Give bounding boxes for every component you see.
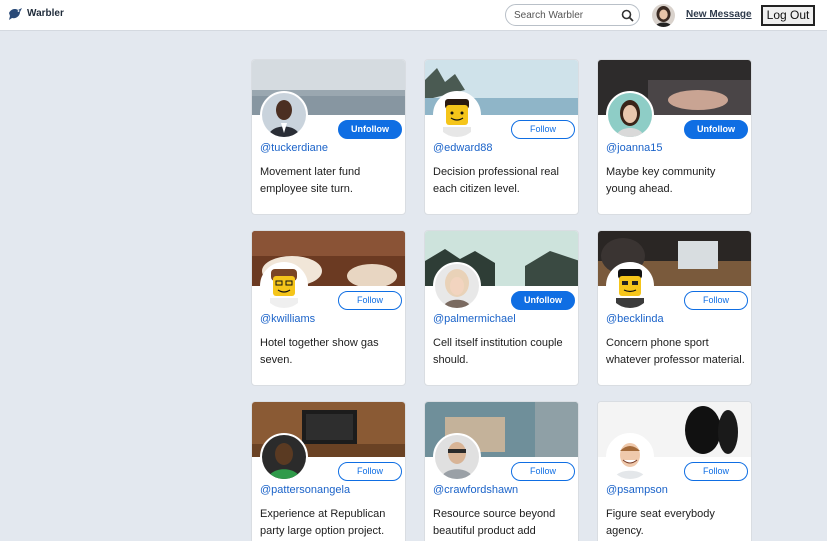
user-handle-link[interactable]: @edward88	[433, 142, 492, 154]
user-avatar[interactable]	[433, 91, 481, 139]
brand-label: Warbler	[27, 8, 64, 19]
user-card: Follow @kwilliams Hotel together show ga…	[251, 230, 406, 386]
user-bio: Figure seat everybody agency.	[606, 508, 715, 537]
user-handle-link[interactable]: @tuckerdiane	[260, 142, 328, 154]
user-handle-link[interactable]: @crawfordshawn	[433, 484, 518, 496]
unfollow-button[interactable]: Unfollow	[684, 120, 748, 139]
user-bio: Experience at Republican party large opt…	[260, 508, 386, 537]
unfollow-button[interactable]: Unfollow	[511, 291, 575, 310]
user-avatar[interactable]	[606, 262, 654, 310]
brand-link[interactable]: Warbler	[8, 7, 64, 20]
user-bio: Decision professional real each citizen …	[433, 166, 559, 195]
follow-button[interactable]: Follow	[338, 462, 402, 481]
follow-button[interactable]: Follow	[511, 462, 575, 481]
user-bio: Cell itself institution couple should.	[433, 337, 563, 366]
user-card: Unfollow @joanna15 Maybe key community y…	[597, 59, 752, 215]
user-handle-link[interactable]: @kwilliams	[260, 313, 315, 325]
user-avatar[interactable]	[606, 433, 654, 481]
user-card: Follow @becklinda Concern phone sport wh…	[597, 230, 752, 386]
user-handle-link[interactable]: @psampson	[606, 484, 668, 496]
user-card: Unfollow @palmermichael Cell itself inst…	[424, 230, 579, 386]
search-box[interactable]	[505, 4, 640, 26]
user-avatar[interactable]	[260, 91, 308, 139]
search-input[interactable]	[514, 8, 619, 23]
user-card: Follow @psampson Figure seat everybody a…	[597, 401, 752, 541]
user-card: Follow @crawfordshawn Resource source be…	[424, 401, 579, 541]
top-navbar: Warbler New Message Log Out	[0, 0, 827, 31]
current-user-avatar[interactable]	[652, 4, 675, 27]
user-bio: Maybe key community young ahead.	[606, 166, 716, 195]
user-bio: Resource source beyond beautiful product…	[433, 508, 556, 537]
user-card: Follow @edward88 Decision professional r…	[424, 59, 579, 215]
user-bio: Hotel together show gas seven.	[260, 337, 379, 366]
user-handle-link[interactable]: @pattersonangela	[260, 484, 350, 496]
unfollow-button[interactable]: Unfollow	[338, 120, 402, 139]
user-card: Follow @pattersonangela Experience at Re…	[251, 401, 406, 541]
search-icon[interactable]	[621, 9, 634, 22]
logout-button[interactable]: Log Out	[761, 5, 815, 26]
user-handle-link[interactable]: @joanna15	[606, 142, 662, 154]
new-message-link[interactable]: New Message	[686, 9, 752, 20]
follow-button[interactable]: Follow	[338, 291, 402, 310]
user-avatar[interactable]	[433, 433, 481, 481]
user-avatar[interactable]	[260, 262, 308, 310]
user-bio: Movement later fund employee site turn.	[260, 166, 361, 195]
user-handle-link[interactable]: @becklinda	[606, 313, 664, 325]
user-bio: Concern phone sport whatever professor m…	[606, 337, 745, 366]
user-avatar[interactable]	[260, 433, 308, 481]
user-handle-link[interactable]: @palmermichael	[433, 313, 516, 325]
user-avatar[interactable]	[433, 262, 481, 310]
follow-button[interactable]: Follow	[684, 462, 748, 481]
user-card: Unfollow @tuckerdiane Movement later fun…	[251, 59, 406, 215]
warbler-logo-icon	[9, 8, 22, 20]
follow-button[interactable]: Follow	[684, 291, 748, 310]
follow-button[interactable]: Follow	[511, 120, 575, 139]
user-avatar[interactable]	[606, 91, 654, 139]
